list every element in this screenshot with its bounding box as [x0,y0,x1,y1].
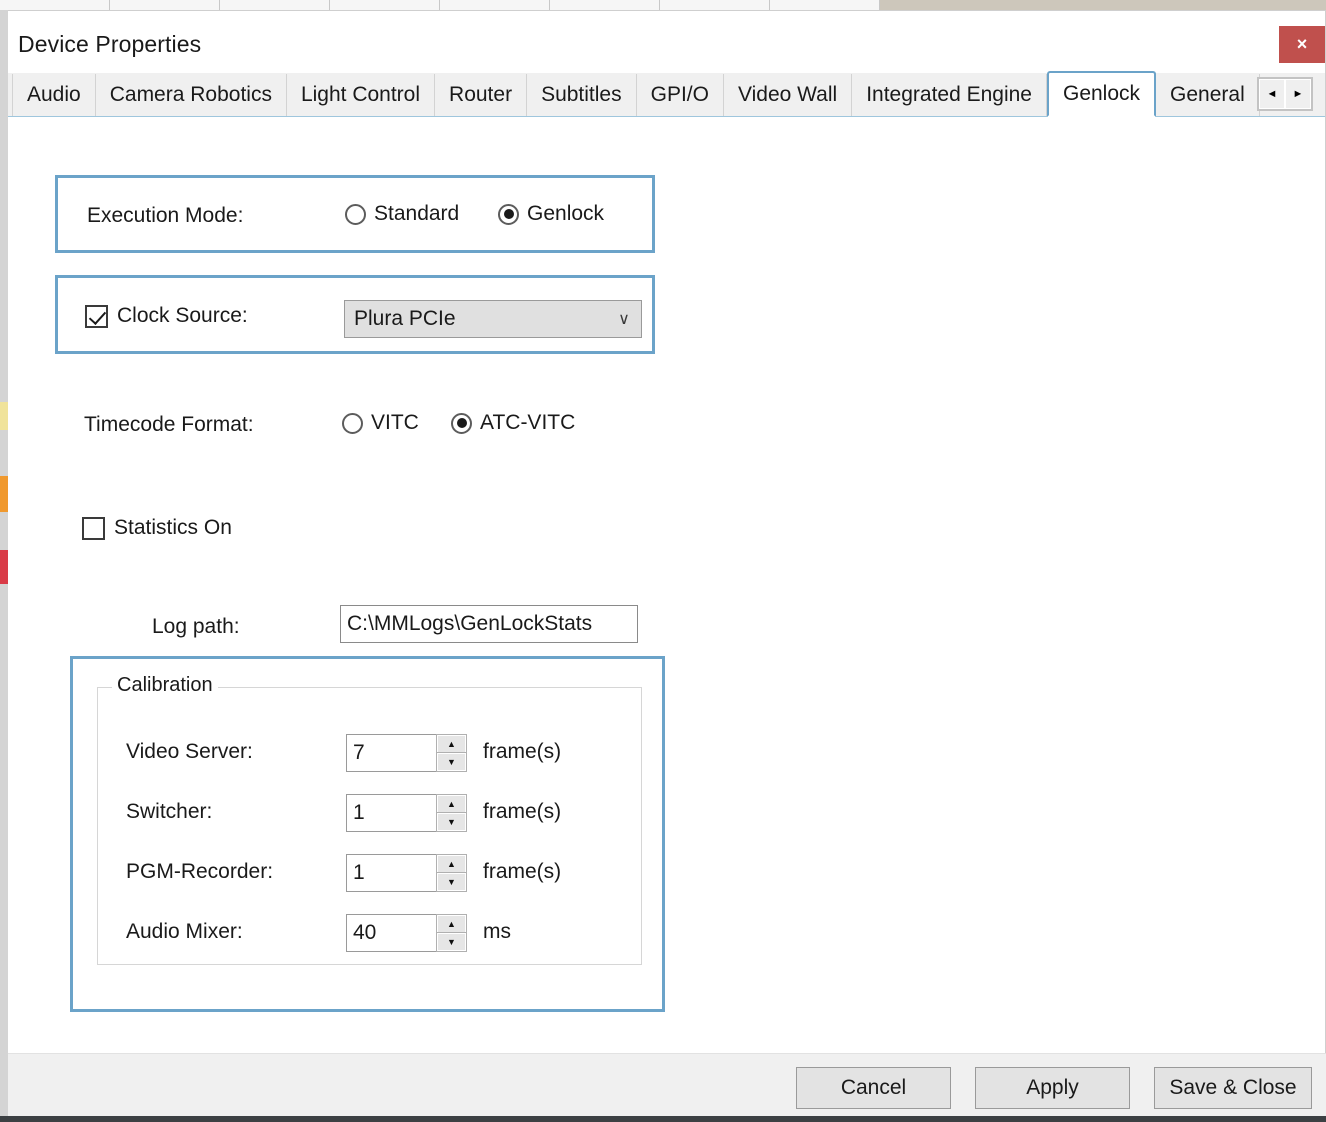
background-tab [440,0,550,10]
tab-genlock[interactable]: Genlock [1047,71,1156,117]
tab-scroll-buttons: ◄ ► [1257,77,1313,111]
stepper-buttons: ▲ ▼ [436,795,466,831]
log-path-value: C:\MMLogs\GenLockStats [341,612,592,636]
background-tab [330,0,440,10]
switcher-value: 1 [347,795,436,831]
radio-dot-icon [345,204,366,225]
tab-bar: Audio Camera Robotics Light Control Rout… [8,73,1325,117]
stepper-down-icon[interactable]: ▼ [437,753,466,771]
background-tab-strip [0,0,880,10]
radio-label: Standard [374,202,459,226]
stepper-buttons: ▲ ▼ [436,915,466,951]
background-tab [220,0,330,10]
checkbox-icon [82,517,105,540]
scroll-right-icon[interactable]: ► [1285,79,1311,109]
row-unit: frame(s) [483,740,561,764]
log-path-input[interactable]: C:\MMLogs\GenLockStats [340,605,638,643]
tab-audio[interactable]: Audio [12,74,96,116]
tab-subtitles[interactable]: Subtitles [527,74,637,116]
row-unit: ms [483,920,511,944]
stepper-buttons: ▲ ▼ [436,855,466,891]
log-path-label: Log path: [152,615,240,639]
pgm-recorder-stepper[interactable]: 1 ▲ ▼ [346,854,467,892]
statistics-on-checkbox[interactable]: Statistics On [82,516,232,540]
row-label: Audio Mixer: [126,920,243,944]
tab-light-control[interactable]: Light Control [287,74,435,116]
clock-source-group: Clock Source: Plura PCIe ∨ [55,275,655,354]
audio-mixer-stepper[interactable]: 40 ▲ ▼ [346,914,467,952]
tab-video-wall[interactable]: Video Wall [724,74,852,116]
stepper-down-icon[interactable]: ▼ [437,873,466,891]
radio-dot-icon [451,413,472,434]
background-tab [0,0,110,10]
statistics-on-label: Statistics On [114,516,232,540]
stepper-buttons: ▲ ▼ [436,735,466,771]
tab-camera-robotics[interactable]: Camera Robotics [96,74,287,116]
page-title: Device Properties [18,31,201,58]
tab-router[interactable]: Router [435,74,527,116]
timecode-format-label: Timecode Format: [84,413,254,437]
background-tab [770,0,880,10]
apply-button[interactable]: Apply [975,1067,1130,1109]
background-tab [110,0,220,10]
clock-source-checkbox[interactable]: Clock Source: [85,304,248,328]
stepper-down-icon[interactable]: ▼ [437,933,466,951]
calibration-row-audio-mixer: Audio Mixer: 40 ▲ ▼ ms [98,914,643,954]
radio-execution-standard[interactable]: Standard [345,202,459,226]
stepper-up-icon[interactable]: ▲ [437,855,466,873]
genlock-panel: Execution Mode: Standard Genlock Clock S… [8,117,1325,1054]
save-close-button[interactable]: Save & Close [1154,1067,1312,1109]
calibration-row-switcher: Switcher: 1 ▲ ▼ frame(s) [98,794,643,834]
audio-mixer-value: 40 [347,915,436,951]
radio-execution-genlock[interactable]: Genlock [498,202,604,226]
execution-mode-group: Execution Mode: Standard Genlock [55,175,655,253]
row-unit: frame(s) [483,860,561,884]
background-tab [660,0,770,10]
execution-mode-label: Execution Mode: [87,204,243,228]
radio-timecode-atc-vitc[interactable]: ATC-VITC [451,411,575,435]
pgm-recorder-value: 1 [347,855,436,891]
calibration-fieldset: Calibration Video Server: 7 ▲ ▼ frame(s)… [97,687,642,965]
dialog-footer: Cancel Apply Save & Close [8,1053,1326,1121]
radio-dot-icon [342,413,363,434]
video-server-value: 7 [347,735,436,771]
background-tab [550,0,660,10]
chevron-down-icon: ∨ [607,309,641,329]
switcher-stepper[interactable]: 1 ▲ ▼ [346,794,467,832]
calibration-group-highlight: Calibration Video Server: 7 ▲ ▼ frame(s)… [70,656,665,1012]
row-label: Video Server: [126,740,253,764]
device-properties-dialog: Device Properties × Audio Camera Robotic… [8,10,1326,1122]
dialog-title-bar: Device Properties × [8,11,1325,73]
cancel-button[interactable]: Cancel [796,1067,951,1109]
row-label: Switcher: [126,800,212,824]
tab-gpio[interactable]: GPI/O [637,74,724,116]
taskbar-strip [0,1116,1326,1122]
radio-label: Genlock [527,202,604,226]
stepper-up-icon[interactable]: ▲ [437,795,466,813]
stepper-up-icon[interactable]: ▲ [437,915,466,933]
radio-label: ATC-VITC [480,411,575,435]
tab-general[interactable]: General [1156,74,1260,116]
tab-integrated-engine[interactable]: Integrated Engine [852,74,1047,116]
clock-source-value: Plura PCIe [345,307,607,331]
checkbox-icon [85,305,108,328]
video-server-stepper[interactable]: 7 ▲ ▼ [346,734,467,772]
stepper-down-icon[interactable]: ▼ [437,813,466,831]
close-icon[interactable]: × [1279,26,1325,63]
row-unit: frame(s) [483,800,561,824]
row-label: PGM-Recorder: [126,860,273,884]
radio-label: VITC [371,411,419,435]
clock-source-label: Clock Source: [117,304,248,328]
calibration-row-pgm-recorder: PGM-Recorder: 1 ▲ ▼ frame(s) [98,854,643,894]
stepper-up-icon[interactable]: ▲ [437,735,466,753]
radio-timecode-vitc[interactable]: VITC [342,411,419,435]
clock-source-select[interactable]: Plura PCIe ∨ [344,300,642,338]
background-toolbar [880,0,1326,10]
radio-dot-icon [498,204,519,225]
calibration-row-video-server: Video Server: 7 ▲ ▼ frame(s) [98,734,643,774]
scroll-left-icon[interactable]: ◄ [1259,79,1285,109]
calibration-legend: Calibration [112,674,218,697]
